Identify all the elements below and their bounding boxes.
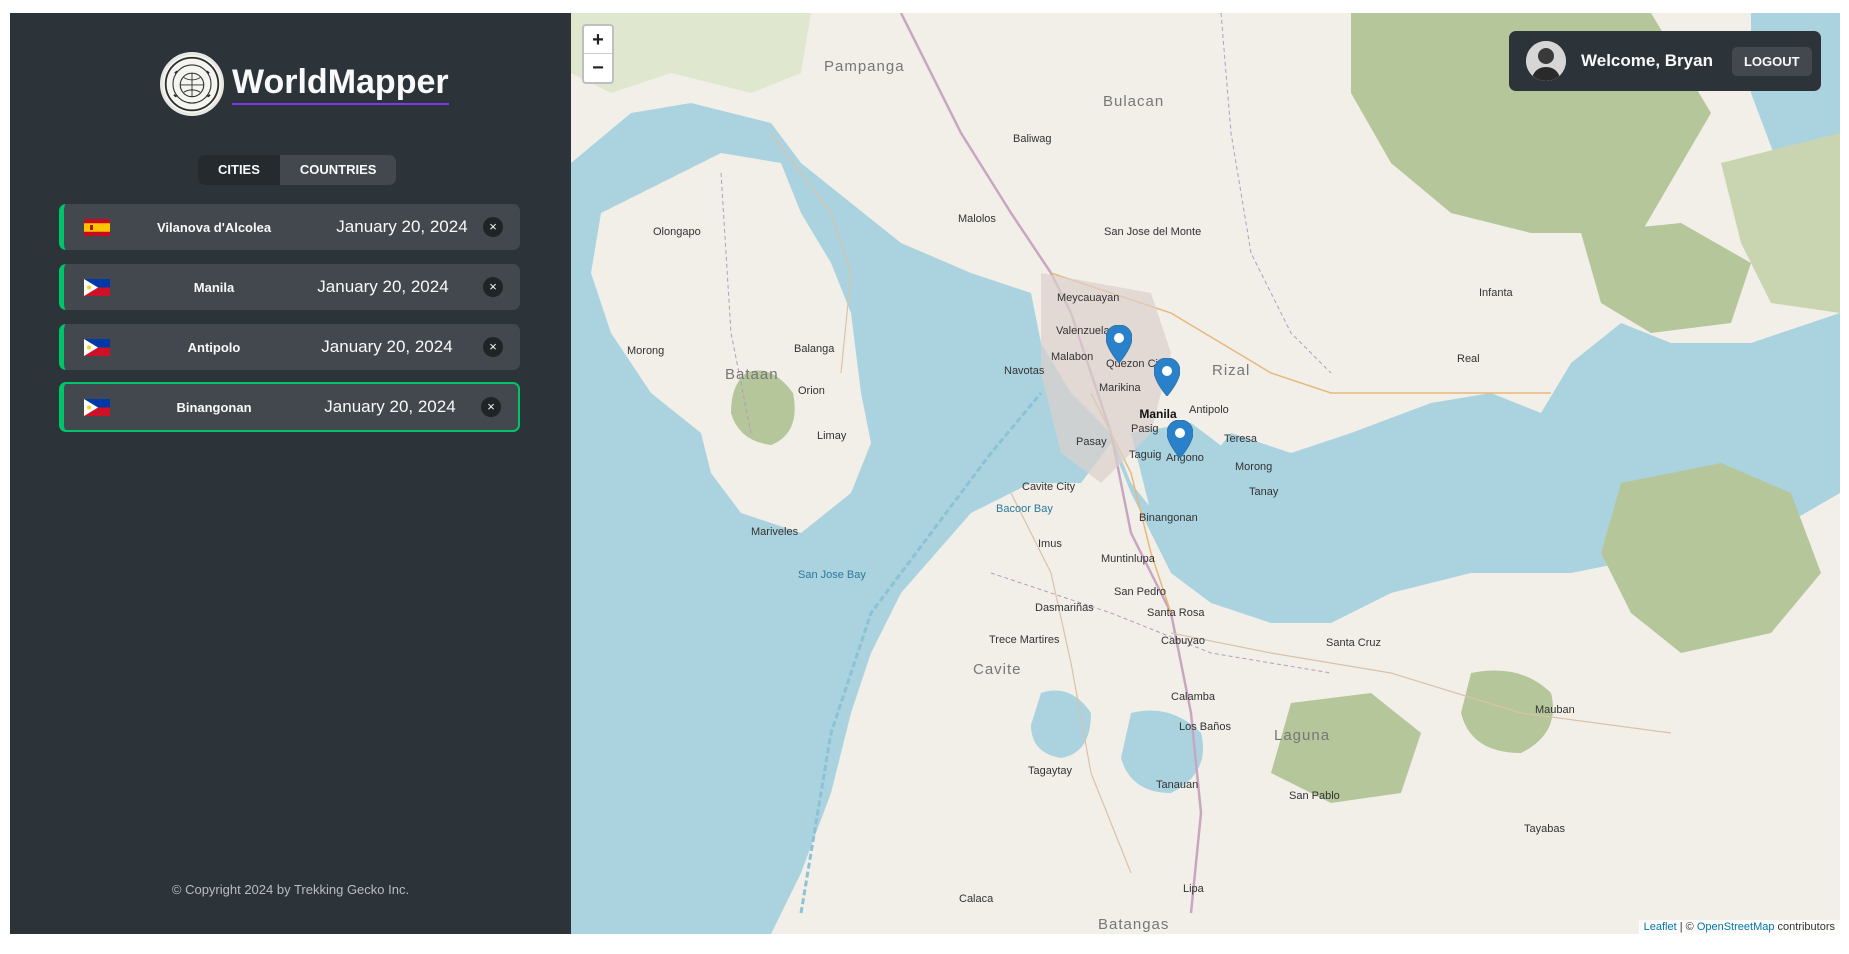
zoom-out-button[interactable]: − xyxy=(584,54,612,82)
view-toggle: CITIES COUNTRIES xyxy=(198,155,397,185)
delete-city-button[interactable]: × xyxy=(483,217,503,237)
map-label: Limay xyxy=(817,430,847,442)
map-label: Morong xyxy=(1235,461,1273,473)
leaflet-link[interactable]: Leaflet xyxy=(1644,921,1677,933)
map-label: Los Baños xyxy=(1179,721,1231,733)
spain-flag-icon xyxy=(84,218,110,236)
app-window: WorldMapper CITIES COUNTRIES Vilanova d'… xyxy=(10,13,1840,934)
city-list: Vilanova d'Alcolea January 20, 2024 × Ma… xyxy=(59,204,520,446)
map-label: Tayabas xyxy=(1524,823,1565,835)
map-label: Cavite City xyxy=(1022,481,1076,493)
user-panel: Welcome, Bryan LOGOUT xyxy=(1509,31,1821,91)
city-name: Binangonan xyxy=(176,399,252,415)
city-item[interactable]: Manila January 20, 2024 × xyxy=(59,264,520,310)
map-label: Dasmariñas xyxy=(1035,602,1094,614)
map-view[interactable]: Bulacan Pampanga Bataan Rizal Cavite Lag… xyxy=(571,13,1840,934)
map-label: Trece Martires xyxy=(989,634,1060,646)
city-date: January 20, 2024 xyxy=(324,397,456,416)
map-label: Pampanga xyxy=(824,58,905,75)
map-label: Bulacan xyxy=(1103,93,1165,110)
map-label: Olongapo xyxy=(653,226,701,238)
map-marker-antipolo[interactable] xyxy=(1154,358,1180,396)
delete-city-button[interactable]: × xyxy=(483,337,503,357)
city-item-selected[interactable]: Binangonan January 20, 2024 × xyxy=(59,382,520,432)
map-label: Taguig xyxy=(1129,449,1162,461)
city-item[interactable]: Vilanova d'Alcolea January 20, 2024 × xyxy=(59,204,520,250)
map-label: Mauban xyxy=(1535,704,1575,716)
philippines-flag-icon xyxy=(84,278,110,296)
map-label: Santa Rosa xyxy=(1147,607,1205,619)
map-label: Bataan xyxy=(725,366,779,383)
map-label: San Pablo xyxy=(1289,790,1340,802)
philippines-flag-icon xyxy=(84,338,110,356)
map-label: Malabon xyxy=(1051,351,1094,363)
map-marker-manila[interactable] xyxy=(1106,325,1132,363)
map-label: Baliwag xyxy=(1013,133,1052,145)
delete-city-button[interactable]: × xyxy=(481,397,501,417)
map-label: Binangonan xyxy=(1139,512,1198,524)
map-label: San Pedro xyxy=(1114,586,1166,598)
map-label: Cabuyao xyxy=(1161,635,1206,647)
worldmapper-logo xyxy=(160,52,224,116)
map-label: Tanauan xyxy=(1156,779,1199,791)
map-label: Pasay xyxy=(1076,436,1107,448)
map-label: Teresa xyxy=(1224,433,1258,445)
map-label: Laguna xyxy=(1274,727,1331,744)
map-label: Calamba xyxy=(1171,691,1216,703)
map-label: Cavite xyxy=(973,661,1022,678)
map-label: Valenzuela xyxy=(1056,325,1110,337)
map-label: Morong xyxy=(627,345,665,357)
map-tiles xyxy=(571,13,1840,934)
map-label: Balanga xyxy=(794,343,835,355)
map-label: Santa Cruz xyxy=(1326,637,1382,649)
openstreetmap-link[interactable]: OpenStreetMap xyxy=(1697,921,1775,933)
map-label: San Jose del Monte xyxy=(1104,226,1202,238)
map-label: Calaca xyxy=(959,893,994,905)
map-label: Meycauayan xyxy=(1057,292,1120,304)
map-label: Lipa xyxy=(1183,883,1204,895)
brand-header: WorldMapper xyxy=(160,52,449,116)
map-marker-binangonan[interactable] xyxy=(1167,420,1193,458)
welcome-text: Welcome, Bryan xyxy=(1581,51,1713,70)
city-name: Vilanova d'Alcolea xyxy=(156,219,272,235)
city-name: Antipolo xyxy=(187,339,241,355)
map-label: Infanta xyxy=(1479,287,1513,299)
copyright-text: © Copyright 2024 by Trekking Gecko Inc. xyxy=(171,882,410,897)
map-label: Tagaytay xyxy=(1028,765,1073,777)
city-name: Manila xyxy=(193,279,235,295)
zoom-in-button[interactable]: + xyxy=(584,26,612,54)
map-label: Imus xyxy=(1038,538,1062,550)
city-item[interactable]: Antipolo January 20, 2024 × xyxy=(59,324,520,370)
map-label: Antipolo xyxy=(1189,404,1229,416)
sidebar: WorldMapper CITIES COUNTRIES Vilanova d'… xyxy=(10,13,571,934)
map-label: Orion xyxy=(798,385,825,397)
attribution-separator: | © xyxy=(1676,921,1697,933)
map-label: Navotas xyxy=(1004,365,1045,377)
map-label: Batangas xyxy=(1098,916,1170,933)
map-label: Marikina xyxy=(1099,382,1141,394)
delete-city-button[interactable]: × xyxy=(483,277,503,297)
city-date: January 20, 2024 xyxy=(336,217,468,236)
user-avatar xyxy=(1526,41,1566,81)
map-label: Malolos xyxy=(958,213,996,225)
map-label: Tanay xyxy=(1249,486,1279,498)
attribution-contributors: contributors xyxy=(1774,921,1835,933)
logout-button[interactable]: LOGOUT xyxy=(1731,46,1812,76)
brand-name: WorldMapper xyxy=(232,63,449,105)
map-attribution: Leaflet | © OpenStreetMap contributors xyxy=(1638,920,1840,934)
city-date: January 20, 2024 xyxy=(317,277,449,296)
map-label: Pasig xyxy=(1131,423,1159,435)
map-label: San Jose Bay xyxy=(798,569,866,581)
city-date: January 20, 2024 xyxy=(321,337,453,356)
tab-cities[interactable]: CITIES xyxy=(198,155,280,185)
philippines-flag-icon xyxy=(84,398,110,416)
map-label: Rizal xyxy=(1212,362,1251,379)
map-label: Real xyxy=(1457,353,1480,365)
zoom-control: + − xyxy=(582,24,614,84)
map-label: Mariveles xyxy=(751,526,799,538)
map-label: Bacoor Bay xyxy=(996,503,1053,515)
map-label: Muntinlupa xyxy=(1101,553,1155,565)
tab-countries[interactable]: COUNTRIES xyxy=(280,155,397,185)
